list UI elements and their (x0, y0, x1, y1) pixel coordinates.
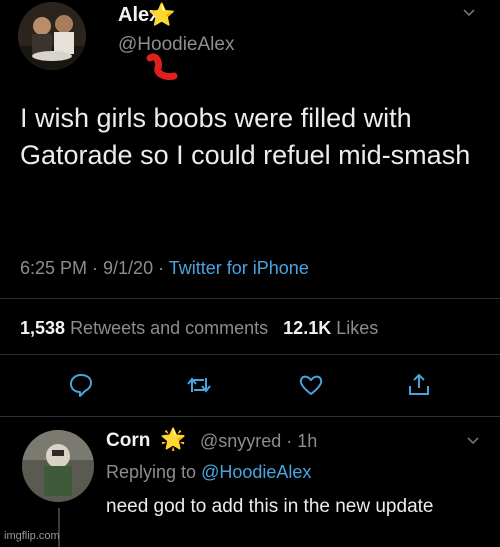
replying-prefix: Replying to (106, 462, 197, 482)
divider (0, 298, 500, 299)
retweet-icon[interactable] (186, 372, 212, 398)
tweet-source[interactable]: Twitter for iPhone (169, 258, 309, 278)
divider (0, 416, 500, 417)
likes-count[interactable]: 12.1K (283, 318, 331, 338)
replying-to-handle[interactable]: @HoodieAlex (201, 462, 311, 482)
retweets-label[interactable]: Retweets and comments (70, 318, 268, 338)
likes-label[interactable]: Likes (336, 318, 378, 338)
retweets-count[interactable]: 1,538 (20, 318, 65, 338)
reply-avatar[interactable] (22, 430, 94, 502)
star-emoji: ⭐ (148, 2, 176, 27)
chevron-down-icon[interactable] (466, 434, 480, 448)
tweet-timestamp: 6:25 PM · 9/1/20 · (20, 258, 165, 278)
reply-icon[interactable] (68, 372, 94, 398)
reply-handle-time[interactable]: @snyyred · 1h (200, 431, 317, 452)
chevron-down-icon[interactable] (462, 6, 476, 20)
reply-text: need god to add this in the new update (106, 496, 434, 517)
red-scribble-annotation (146, 53, 178, 80)
watermark: imgflip.com (4, 530, 60, 542)
star-emoji: 🌟 (160, 428, 187, 451)
avatar[interactable] (18, 2, 86, 70)
tweet-meta: 6:25 PM · 9/1/20 · Twitter for iPhone (20, 258, 309, 279)
divider (0, 354, 500, 355)
reply-author-name[interactable]: Corn (106, 430, 150, 452)
like-icon[interactable] (298, 372, 324, 398)
share-icon[interactable] (406, 372, 432, 398)
tweet-text: I wish girls boobs were filled with Gato… (20, 103, 471, 170)
replying-to: Replying to @HoodieAlex (106, 462, 311, 483)
profile-photo (18, 2, 86, 70)
tweet-stats: 1,538 Retweets and comments 12.1K Likes (20, 318, 378, 339)
reply-profile-photo (22, 430, 94, 502)
